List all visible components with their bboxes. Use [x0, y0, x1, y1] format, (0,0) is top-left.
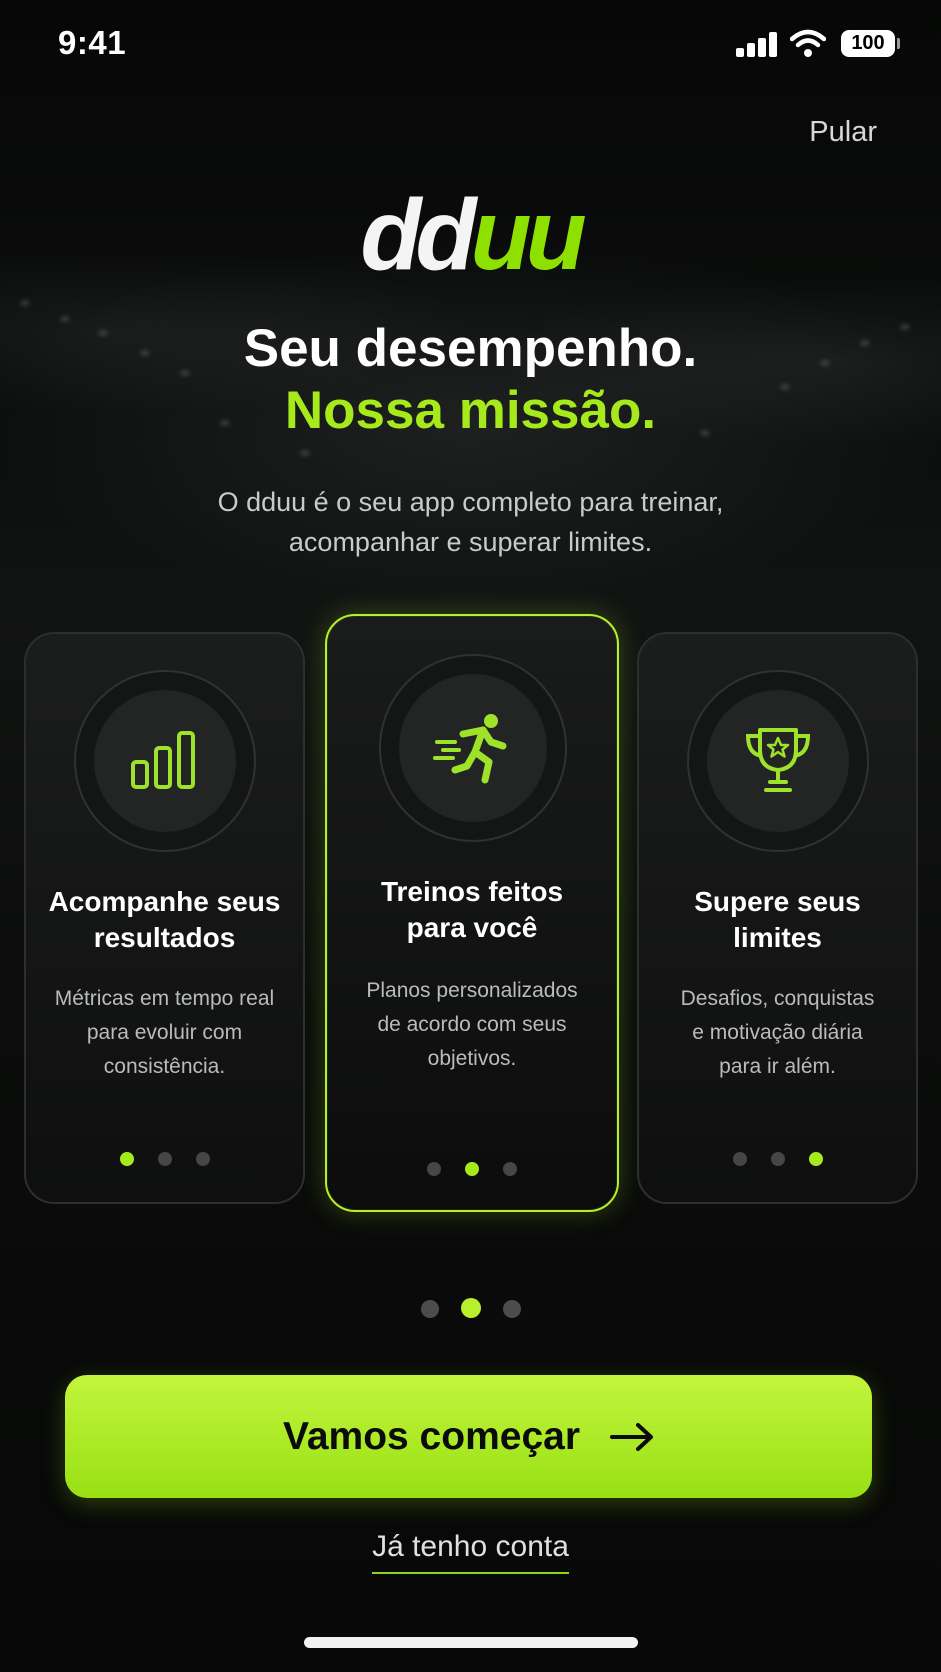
dot [195, 1152, 210, 1166]
dot [157, 1152, 172, 1166]
card-desc-line-1: Métricas em tempo real [54, 987, 275, 1010]
wifi-icon [790, 29, 826, 57]
dot [465, 1162, 479, 1176]
dot [427, 1162, 441, 1176]
get-started-label: Vamos começar [282, 1414, 580, 1458]
battery-tip [897, 38, 900, 49]
card-desc-line-2: de acordo com seus [377, 1013, 567, 1036]
card-title-line-1: Treinos feitos [380, 876, 564, 907]
hero-headline: Seu desempenho. Nossa missão. [0, 318, 941, 442]
skip-button[interactable]: Pular [809, 116, 877, 149]
card-desc-line-3: objetivos. [427, 1047, 517, 1070]
status-time: 9:41 [58, 24, 127, 61]
card-description: Planos personalizados de acordo com seus… [327, 974, 617, 1076]
card-title-line-2: resultados [93, 922, 236, 953]
dot [119, 1152, 134, 1166]
card-title-line-1: Supere seus [694, 886, 861, 917]
card-title: Supere seus limites [639, 884, 916, 956]
card-desc-line-3: consistência. [103, 1055, 226, 1078]
subtitle-line-2: acompanhar e superar limites. [288, 527, 653, 557]
card-page-dots [26, 1152, 303, 1166]
icon-ring [687, 670, 869, 852]
pager-dot-3[interactable] [502, 1300, 521, 1318]
feature-card-workouts[interactable]: Treinos feitos para você Planos personal… [325, 614, 619, 1212]
get-started-button[interactable]: Vamos começar [65, 1375, 872, 1498]
card-page-dots [639, 1152, 916, 1166]
card-desc-line-1: Planos personalizados [366, 979, 578, 1002]
card-desc-line-1: Desafios, conquistas [680, 987, 875, 1010]
icon-disc [94, 690, 236, 832]
login-link-wrapper: Já tenho conta [0, 1530, 941, 1574]
card-desc-line-3: para ir além. [719, 1055, 836, 1078]
trophy-icon [745, 728, 811, 792]
app-logo: dduu [0, 180, 941, 290]
dot [770, 1152, 785, 1166]
onboarding-screen: 9:41 100 Pular dduu Seu desempenho. Noss… [0, 0, 941, 1672]
dot [503, 1162, 517, 1176]
already-have-account-link[interactable]: Já tenho conta [372, 1530, 569, 1574]
logo-part-white: dd [360, 179, 476, 291]
card-description: Métricas em tempo real para evoluir com … [26, 982, 303, 1084]
feature-card-limits[interactable]: Supere seus limites Desafios, conquistas… [637, 632, 918, 1204]
subtitle-line-1: O dduu é o seu app completo para treinar… [217, 487, 724, 517]
card-page-dots [327, 1162, 617, 1176]
logo-part-green: uu [470, 179, 587, 291]
battery-icon: 100 [841, 30, 895, 57]
icon-disc [707, 690, 849, 832]
feature-card-results[interactable]: Acompanhe seus resultados Métricas em te… [24, 632, 305, 1204]
card-description: Desafios, conquistas e motivação diária … [639, 982, 916, 1084]
card-title-line-1: Acompanhe seus [48, 886, 281, 917]
card-title: Treinos feitos para você [327, 874, 617, 946]
status-bar: 9:41 100 [0, 0, 941, 90]
card-title-line-2: limites [733, 922, 822, 953]
bar-chart-icon [131, 731, 195, 789]
pager-dot-2[interactable] [460, 1298, 481, 1318]
card-title-line-2: para você [406, 912, 538, 943]
hero-subtitle: O dduu é o seu app completo para treinar… [0, 482, 941, 562]
icon-ring [74, 670, 256, 852]
running-person-icon [433, 714, 507, 784]
dot [808, 1152, 823, 1166]
dot [732, 1152, 747, 1166]
card-desc-line-2: para evoluir com [86, 1021, 243, 1044]
headline-line-2: Nossa missão. [284, 381, 657, 440]
card-desc-line-2: e motivação diária [692, 1021, 863, 1044]
headline-line-1: Seu desempenho. [243, 319, 698, 378]
cellular-signal-icon [736, 31, 778, 57]
icon-ring [379, 654, 567, 842]
onboarding-pager[interactable] [0, 1298, 941, 1318]
pager-dot-1[interactable] [420, 1300, 439, 1318]
arrow-right-icon [610, 1422, 653, 1451]
home-indicator [304, 1637, 638, 1648]
icon-disc [399, 674, 547, 822]
card-title: Acompanhe seus resultados [26, 884, 303, 956]
